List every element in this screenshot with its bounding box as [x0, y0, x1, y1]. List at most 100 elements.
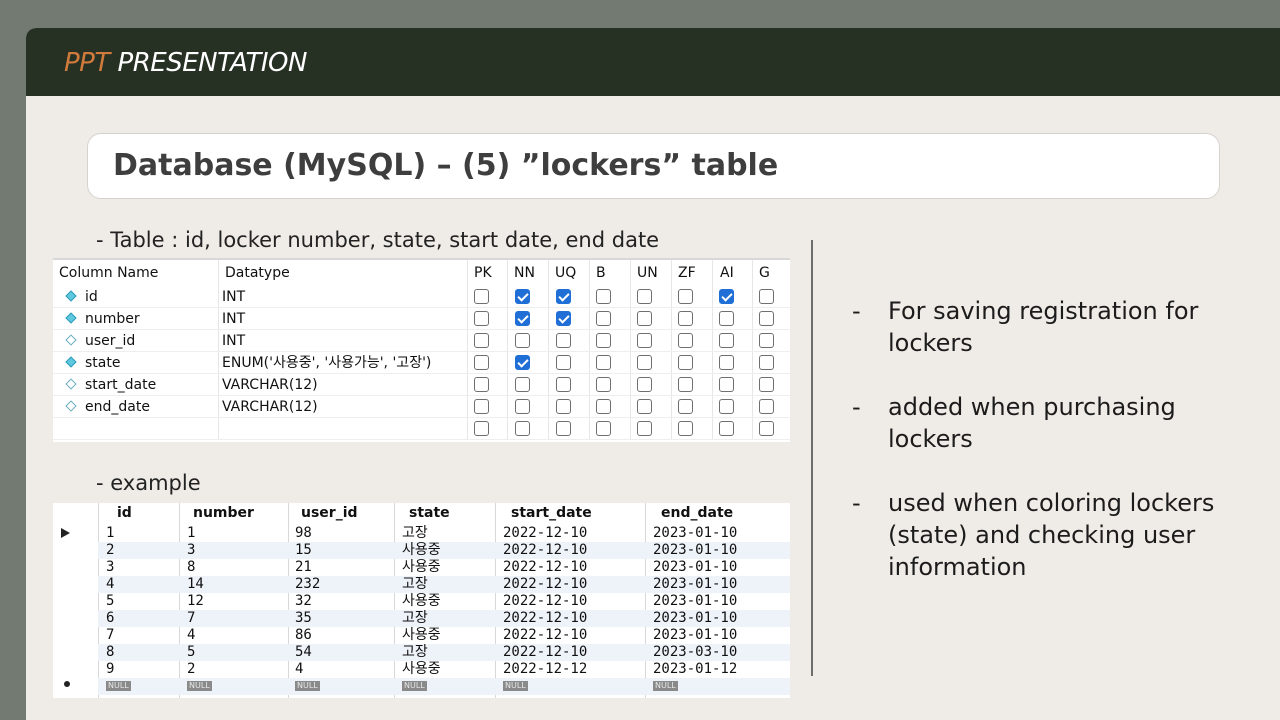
flag-checkbox-nn[interactable]	[515, 289, 530, 304]
table-cell[interactable]: 사용중	[402, 542, 441, 559]
table-cell[interactable]: 고장	[402, 525, 428, 542]
flag-checkbox-b[interactable]	[596, 399, 611, 414]
flag-checkbox-g[interactable]	[759, 289, 774, 304]
table-cell[interactable]: 2022-12-10	[503, 559, 587, 576]
flag-checkbox-nn[interactable]	[515, 333, 530, 348]
flag-checkbox-un[interactable]	[637, 289, 652, 304]
flag-checkbox-zf[interactable]	[678, 377, 693, 392]
table-cell[interactable]: 1	[187, 525, 195, 542]
table-cell[interactable]: 고장	[402, 576, 428, 593]
table-cell[interactable]: 2023-01-10	[653, 610, 737, 627]
datatype-cell[interactable]: INT	[222, 286, 245, 308]
table-cell[interactable]: 15	[295, 542, 312, 559]
flag-checkbox-zf[interactable]	[678, 399, 693, 414]
flag-checkbox-b[interactable]	[596, 311, 611, 326]
flag-checkbox-uq[interactable]	[556, 355, 571, 370]
column-name-cell[interactable]: start_date	[85, 374, 156, 396]
flag-checkbox-ai[interactable]	[719, 421, 734, 436]
table-cell[interactable]: 사용중	[402, 593, 441, 610]
table-cell[interactable]: 2023-01-10	[653, 525, 737, 542]
table-row[interactable]: 2 3 15 사용중 2022-12-10 2023-01-10	[98, 542, 790, 559]
flag-checkbox-zf[interactable]	[678, 311, 693, 326]
table-row[interactable]: 1 1 98 고장 2022-12-10 2023-01-10	[98, 525, 790, 542]
schema-row[interactable]	[53, 418, 790, 440]
table-row[interactable]: 9 2 4 사용중 2022-12-12 2023-01-12	[98, 661, 790, 678]
flag-checkbox-g[interactable]	[759, 399, 774, 414]
table-cell[interactable]: 35	[295, 610, 312, 627]
table-cell[interactable]: 고장	[402, 644, 428, 661]
flag-checkbox-un[interactable]	[637, 377, 652, 392]
table-cell[interactable]: 2023-01-12	[653, 661, 737, 678]
datatype-cell[interactable]: VARCHAR(12)	[222, 374, 318, 396]
table-cell[interactable]: 2022-12-10	[503, 644, 587, 661]
table-cell[interactable]: 98	[295, 525, 312, 542]
table-cell[interactable]: 2022-12-10	[503, 525, 587, 542]
table-cell[interactable]: 3	[187, 542, 195, 559]
table-cell[interactable]: 2022-12-10	[503, 576, 587, 593]
table-cell[interactable]: 7	[187, 610, 195, 627]
table-cell[interactable]: 54	[295, 644, 312, 661]
flag-checkbox-uq[interactable]	[556, 421, 571, 436]
table-cell[interactable]: 8	[106, 644, 114, 661]
table-cell[interactable]: 5	[187, 644, 195, 661]
flag-checkbox-pk[interactable]	[474, 311, 489, 326]
table-cell[interactable]: 4	[106, 576, 114, 593]
datatype-cell[interactable]: VARCHAR(12)	[222, 396, 318, 418]
table-cell[interactable]: 2	[106, 542, 114, 559]
flag-checkbox-b[interactable]	[596, 421, 611, 436]
column-name-cell[interactable]: id	[85, 286, 98, 308]
flag-checkbox-zf[interactable]	[678, 289, 693, 304]
flag-checkbox-uq[interactable]	[556, 399, 571, 414]
datatype-cell[interactable]: ENUM('사용중', '사용가능', '고장')	[222, 352, 431, 374]
flag-checkbox-g[interactable]	[759, 333, 774, 348]
table-cell[interactable]: 32	[295, 593, 312, 610]
flag-checkbox-zf[interactable]	[678, 421, 693, 436]
flag-checkbox-nn[interactable]	[515, 399, 530, 414]
schema-row[interactable]: id INT	[53, 286, 790, 308]
schema-row[interactable]: number INT	[53, 308, 790, 330]
table-row[interactable]: 8 5 54 고장 2022-12-10 2023-03-10	[98, 644, 790, 661]
table-cell[interactable]: 2023-01-10	[653, 542, 737, 559]
flag-checkbox-un[interactable]	[637, 333, 652, 348]
flag-checkbox-pk[interactable]	[474, 355, 489, 370]
table-cell[interactable]: 232	[295, 576, 320, 593]
flag-checkbox-g[interactable]	[759, 311, 774, 326]
schema-row[interactable]: user_id INT	[53, 330, 790, 352]
datatype-cell[interactable]: INT	[222, 330, 245, 352]
flag-checkbox-b[interactable]	[596, 377, 611, 392]
table-cell[interactable]: 사용중	[402, 627, 441, 644]
table-row[interactable]: 6 7 35 고장 2022-12-10 2023-01-10	[98, 610, 790, 627]
new-row[interactable]: NULL NULL NULL NULL NULL NULL	[98, 678, 790, 695]
table-cell[interactable]: 21	[295, 559, 312, 576]
column-name-cell[interactable]: end_date	[85, 396, 150, 418]
flag-checkbox-nn[interactable]	[515, 421, 530, 436]
schema-row[interactable]: end_date VARCHAR(12)	[53, 396, 790, 418]
table-cell[interactable]: 2023-03-10	[653, 644, 737, 661]
table-cell[interactable]: 고장	[402, 610, 428, 627]
table-row[interactable]: 3 8 21 사용중 2022-12-10 2023-01-10	[98, 559, 790, 576]
flag-checkbox-uq[interactable]	[556, 377, 571, 392]
table-row[interactable]: 4 14 232 고장 2022-12-10 2023-01-10	[98, 576, 790, 593]
table-row[interactable]: 5 12 32 사용중 2022-12-10 2023-01-10	[98, 593, 790, 610]
flag-checkbox-ai[interactable]	[719, 311, 734, 326]
table-cell[interactable]: 2023-01-10	[653, 627, 737, 644]
column-name-cell[interactable]: number	[85, 308, 140, 330]
flag-checkbox-g[interactable]	[759, 355, 774, 370]
flag-checkbox-nn[interactable]	[515, 377, 530, 392]
flag-checkbox-b[interactable]	[596, 333, 611, 348]
flag-checkbox-un[interactable]	[637, 399, 652, 414]
table-cell[interactable]: 6	[106, 610, 114, 627]
flag-checkbox-zf[interactable]	[678, 355, 693, 370]
flag-checkbox-ai[interactable]	[719, 355, 734, 370]
flag-checkbox-ai[interactable]	[719, 289, 734, 304]
table-cell[interactable]: 2	[187, 661, 195, 678]
table-cell[interactable]: 4	[187, 627, 195, 644]
flag-checkbox-pk[interactable]	[474, 289, 489, 304]
flag-checkbox-b[interactable]	[596, 355, 611, 370]
table-cell[interactable]: 12	[187, 593, 204, 610]
flag-checkbox-un[interactable]	[637, 421, 652, 436]
table-cell[interactable]: 3	[106, 559, 114, 576]
column-name-cell[interactable]: user_id	[85, 330, 135, 352]
flag-checkbox-ai[interactable]	[719, 333, 734, 348]
flag-checkbox-nn[interactable]	[515, 355, 530, 370]
